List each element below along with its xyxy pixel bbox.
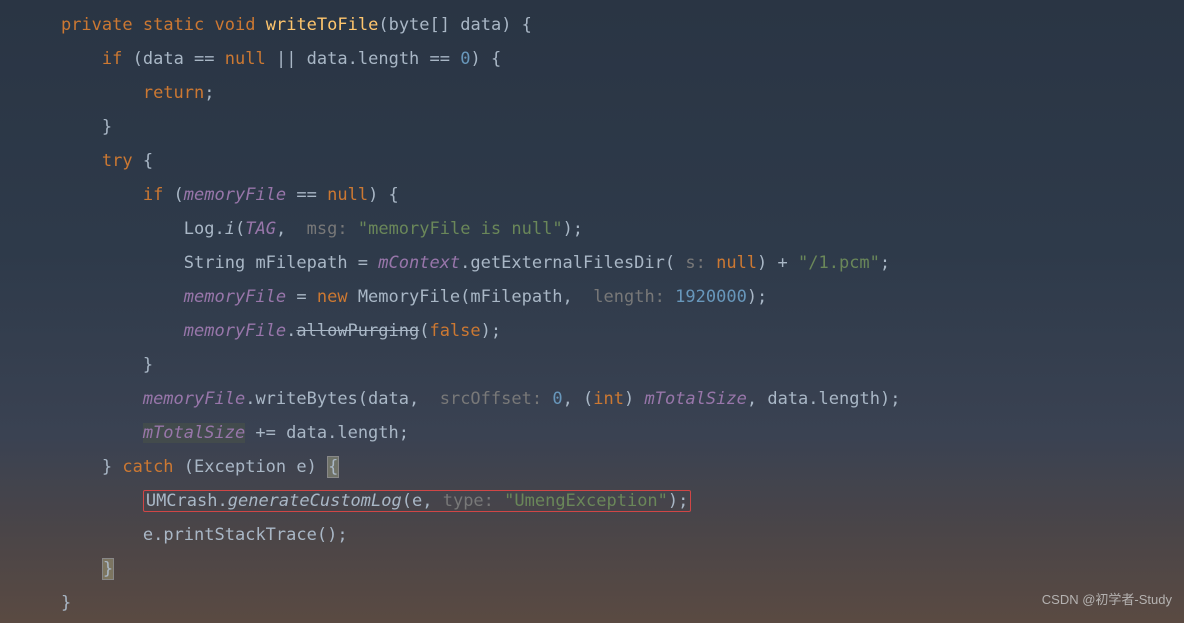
code-line: try { — [20, 144, 1184, 178]
code-line: Log.i(TAG, msg: "memoryFile is null"); — [20, 212, 1184, 246]
code-line: } — [20, 110, 1184, 144]
code-line: UMCrash.generateCustomLog(e, type: "Umen… — [20, 484, 1184, 518]
code-line: e.printStackTrace(); — [20, 518, 1184, 552]
code-line: if (data == null || data.length == 0) { — [20, 42, 1184, 76]
code-line: } — [20, 552, 1184, 586]
code-line: memoryFile.allowPurging(false); — [20, 314, 1184, 348]
code-line: } catch (Exception e) { — [20, 450, 1184, 484]
code-line: String mFilepath = mContext.getExternalF… — [20, 246, 1184, 280]
code-line: } — [20, 348, 1184, 382]
highlighted-statement: UMCrash.generateCustomLog(e, type: "Umen… — [143, 490, 692, 512]
code-line: memoryFile = new MemoryFile(mFilepath, l… — [20, 280, 1184, 314]
watermark: CSDN @初学者-Study — [1042, 583, 1172, 617]
code-line: } — [20, 586, 1184, 620]
code-editor[interactable]: private static void writeToFile(byte[] d… — [0, 0, 1184, 620]
code-line: return; — [20, 76, 1184, 110]
code-line: memoryFile.writeBytes(data, srcOffset: 0… — [20, 382, 1184, 416]
code-line: mTotalSize += data.length; — [20, 416, 1184, 450]
code-line: private static void writeToFile(byte[] d… — [20, 8, 1184, 42]
code-line: if (memoryFile == null) { — [20, 178, 1184, 212]
